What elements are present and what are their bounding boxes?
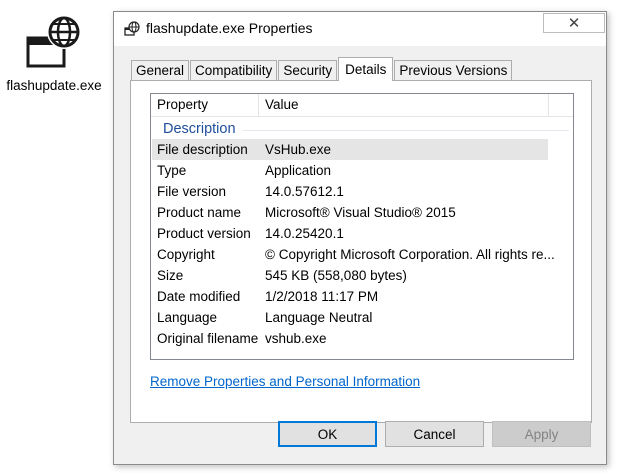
column-divider[interactable] [548, 94, 549, 116]
property-value: 14.0.25420.1 [265, 226, 344, 241]
property-name: Type [157, 163, 187, 178]
table-row[interactable]: File version 14.0.57612.1 [152, 181, 548, 202]
property-name: Date modified [157, 289, 241, 304]
property-value: Microsoft® Visual Studio® 2015 [265, 205, 456, 220]
tab-general[interactable]: General [131, 60, 190, 80]
properties-icon [124, 21, 140, 36]
group-header-description: Description [163, 121, 236, 137]
property-name: Original filename [157, 331, 259, 346]
table-row[interactable]: Product name Microsoft® Visual Studio® 2… [152, 202, 548, 223]
desktop-file-label: flashupdate.exe [6, 78, 102, 93]
table-row[interactable]: Language Language Neutral [152, 307, 548, 328]
table-row[interactable]: File description VsHub.exe [152, 139, 548, 160]
property-name: File version [157, 184, 227, 199]
property-name: Product name [157, 205, 242, 220]
table-row[interactable]: Original filename vshub.exe [152, 328, 548, 349]
property-value: 14.0.57612.1 [265, 184, 344, 199]
column-header-property[interactable]: Property [157, 97, 208, 112]
group-divider [243, 130, 569, 131]
property-value: © Copyright Microsoft Corporation. All r… [265, 247, 555, 262]
tab-details[interactable]: Details [338, 57, 394, 81]
tab-previous-versions[interactable]: Previous Versions [394, 60, 513, 80]
table-row[interactable]: Date modified 1/2/2018 11:17 PM [152, 286, 548, 307]
property-name: Size [157, 268, 184, 283]
details-tab-panel: Property Value Description File descript… [130, 80, 592, 423]
table-row[interactable]: Type Application [152, 160, 548, 181]
property-value: 545 KB (558,080 bytes) [265, 268, 407, 283]
property-value: vshub.exe [265, 331, 327, 346]
property-name: Copyright [157, 247, 215, 262]
tab-security[interactable]: Security [278, 60, 338, 80]
list-header: Property Value [151, 94, 573, 117]
cancel-button[interactable]: Cancel [385, 421, 484, 447]
property-name: Product version [157, 226, 251, 241]
property-name: Language [157, 310, 218, 325]
column-header-value[interactable]: Value [265, 97, 299, 112]
details-list[interactable]: Property Value Description File descript… [150, 93, 574, 360]
apply-button[interactable]: Apply [492, 421, 591, 447]
window-title: flashupdate.exe Properties [146, 20, 313, 36]
property-name: File description [157, 142, 248, 157]
table-row[interactable]: Product version 14.0.25420.1 [152, 223, 548, 244]
properties-window: flashupdate.exe Properties ✕ General Com… [113, 11, 607, 465]
close-button[interactable]: ✕ [543, 13, 605, 33]
ok-button[interactable]: OK [278, 421, 377, 447]
close-icon: ✕ [567, 15, 581, 32]
tab-strip: General Compatibility Security Details P… [131, 57, 513, 81]
property-value: Language Neutral [265, 310, 373, 325]
table-row[interactable]: Size 545 KB (558,080 bytes) [152, 265, 548, 286]
property-value: Application [265, 163, 332, 178]
tab-compatibility[interactable]: Compatibility [190, 60, 278, 80]
remove-properties-link[interactable]: Remove Properties and Personal Informati… [150, 374, 420, 389]
property-value: VsHub.exe [265, 142, 332, 157]
table-row[interactable]: Copyright © Copyright Microsoft Corporat… [152, 244, 555, 265]
column-divider[interactable] [258, 94, 259, 116]
property-value: 1/2/2018 11:17 PM [265, 289, 379, 304]
title-bar[interactable]: flashupdate.exe Properties ✕ [114, 12, 606, 46]
web-application-icon [26, 15, 81, 68]
